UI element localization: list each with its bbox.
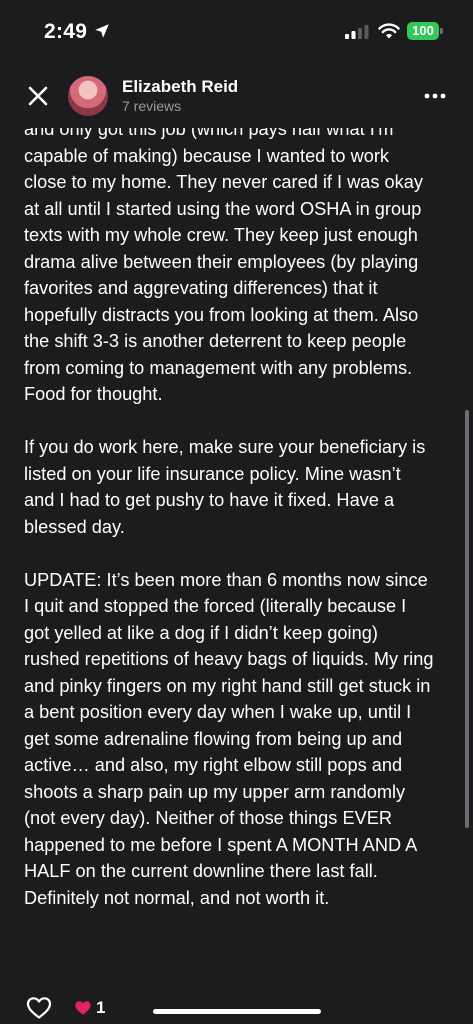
battery-indicator: 100 <box>407 22 439 40</box>
review-paragraph: If you do work here, make sure your bene… <box>24 437 426 537</box>
review-paragraph: UPDATE: It’s been more than 6 months now… <box>24 569 434 908</box>
heart-outline-icon[interactable] <box>26 996 52 1020</box>
battery-cap <box>440 28 443 34</box>
home-indicator[interactable] <box>153 1009 321 1014</box>
reviewer-name[interactable]: Elizabeth Reid <box>122 77 238 97</box>
close-icon[interactable] <box>26 84 50 108</box>
more-icon[interactable] <box>423 92 447 100</box>
avatar[interactable] <box>68 76 108 116</box>
review-content[interactable]: and only got this job (which pays half w… <box>24 128 434 954</box>
wifi-icon <box>378 23 400 39</box>
review-count: 7 reviews <box>122 98 182 114</box>
signal-icon <box>345 25 369 39</box>
review-header: Elizabeth Reid 7 reviews <box>0 62 473 128</box>
review-text: and only got this job (which pays half w… <box>24 128 434 911</box>
like-count: 1 <box>96 998 106 1017</box>
review-paragraph: and only got this job (which pays half w… <box>24 128 423 404</box>
heart-filled-icon <box>75 1001 91 1015</box>
status-time: 2:49 <box>44 20 88 43</box>
status-bar: 2:49 100 <box>0 0 473 62</box>
scrollbar[interactable] <box>465 410 469 828</box>
location-arrow-icon <box>95 24 109 38</box>
